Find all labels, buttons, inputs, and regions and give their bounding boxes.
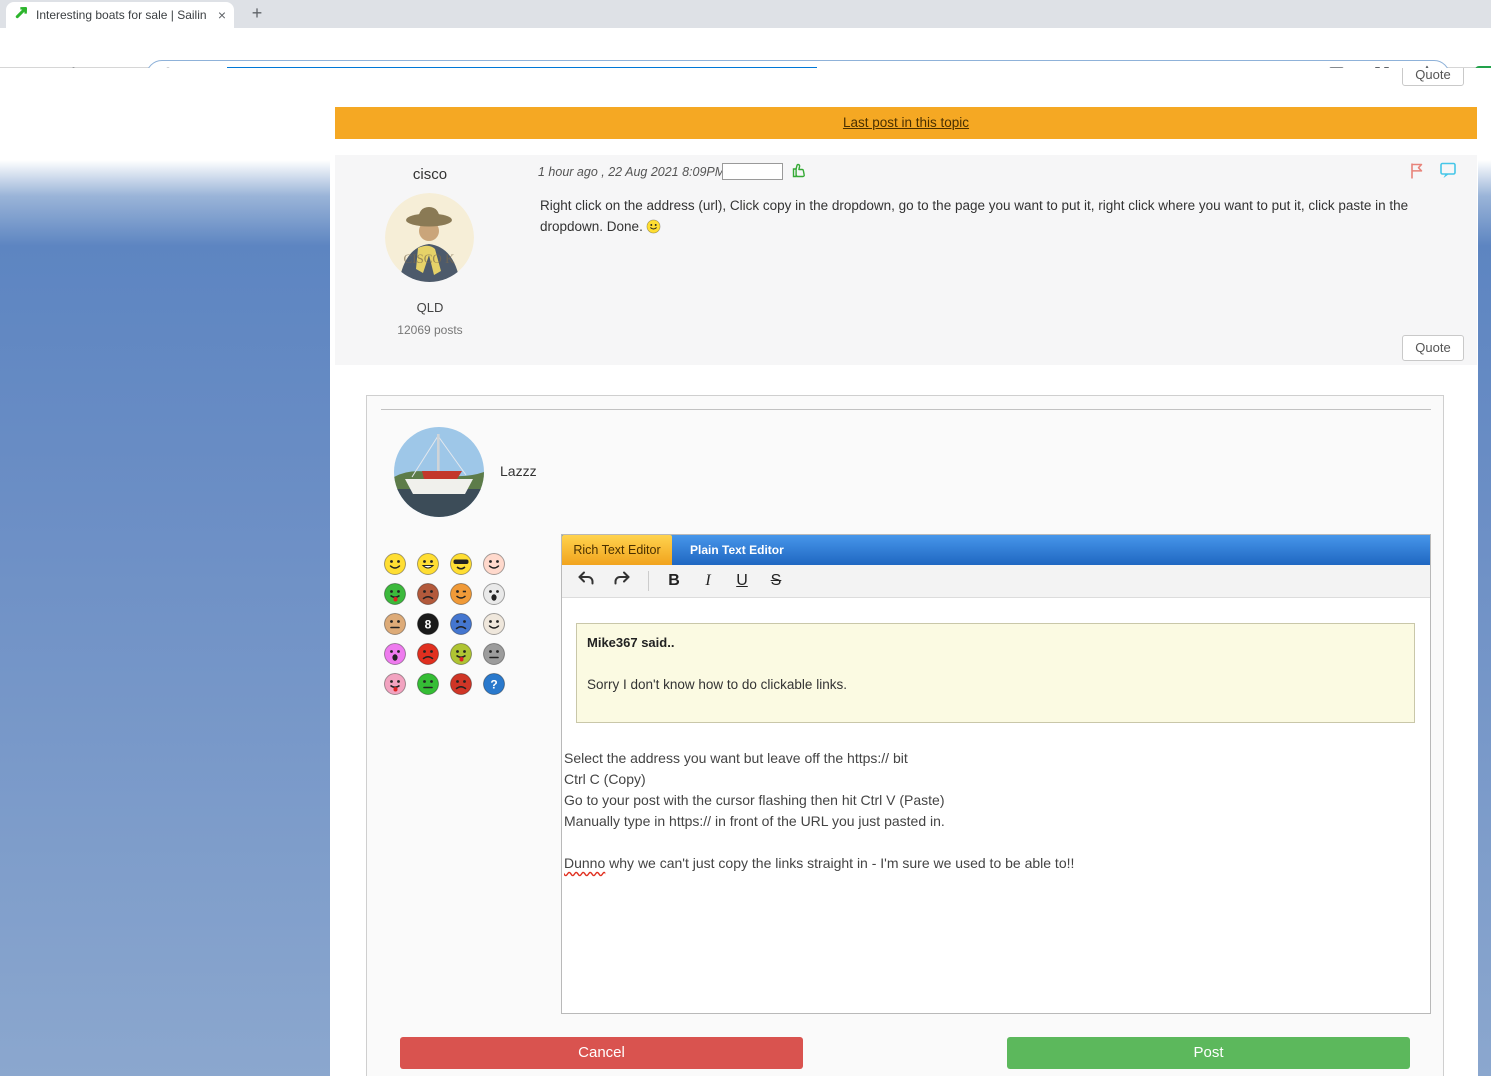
- post-author-post-count: 12069 posts: [335, 323, 525, 337]
- reply-panel: Lazzz 8? Rich Text Editor Plain Text Edi…: [366, 395, 1444, 1076]
- emoticon-angry[interactable]: [416, 642, 440, 666]
- emoticon-embarrassed[interactable]: [449, 672, 473, 696]
- site-favicon-arrow-icon: [14, 5, 29, 25]
- report-flag-icon[interactable]: [1408, 161, 1426, 186]
- tab-rich-text-editor[interactable]: Rich Text Editor: [562, 535, 672, 565]
- tab-plain-text-editor[interactable]: Plain Text Editor: [682, 535, 792, 565]
- last-post-banner: Last post in this topic: [335, 107, 1477, 139]
- italic-button[interactable]: I: [699, 572, 717, 590]
- previous-post-quote-button[interactable]: Quote: [1402, 68, 1464, 86]
- quoted-text: Sorry I don't know how to do clickable l…: [587, 677, 847, 692]
- like-count-box[interactable]: [722, 163, 783, 180]
- emoticon-unsure[interactable]: [383, 612, 407, 636]
- emoticon-smile[interactable]: [383, 552, 407, 576]
- emoticon-question[interactable]: ?: [482, 672, 506, 696]
- emoticon-cheeky[interactable]: [383, 672, 407, 696]
- new-tab-button[interactable]: +: [246, 3, 268, 25]
- tab-title: Interesting boats for sale | Sailin: [36, 8, 212, 22]
- tab-bar: Interesting boats for sale | Sailin × +: [0, 0, 1491, 28]
- emoticon-blush[interactable]: [482, 552, 506, 576]
- quoted-message-box: Mike367 said.. Sorry I don't know how to…: [576, 623, 1415, 723]
- emoticon-laugh[interactable]: [416, 552, 440, 576]
- cancel-button[interactable]: Cancel: [400, 1037, 803, 1069]
- emoticon-grim[interactable]: [482, 642, 506, 666]
- reply-text-line: Select the address you want but leave of…: [564, 748, 1426, 769]
- rich-text-editor: Rich Text Editor Plain Text Editor B I: [561, 534, 1431, 1014]
- emoticon-cool[interactable]: [449, 552, 473, 576]
- svg-text:8: 8: [425, 618, 432, 632]
- post-button[interactable]: Post: [1007, 1037, 1410, 1069]
- browser-tab[interactable]: Interesting boats for sale | Sailin ×: [6, 2, 234, 28]
- post-author-location: QLD: [335, 300, 525, 315]
- post-timestamp: 1 hour ago , 22 Aug 2021 8:09PM: [538, 165, 725, 179]
- emoticon-sick[interactable]: [449, 642, 473, 666]
- tab-close-icon[interactable]: ×: [218, 8, 226, 22]
- browser-window: Interesting boats for sale | Sailin × + …: [0, 0, 1491, 1076]
- redo-icon[interactable]: [612, 570, 632, 593]
- panel-divider: [381, 409, 1431, 410]
- last-post-link[interactable]: Last post in this topic: [843, 115, 969, 130]
- reply-text-line: Go to your post with the cursor flashing…: [564, 790, 1426, 811]
- toolbar-separator: [648, 571, 649, 591]
- svg-text:CISCO K: CISCO K: [404, 251, 456, 266]
- emoticon-innocent[interactable]: [482, 612, 506, 636]
- emoticon-grid: 8?: [383, 552, 506, 696]
- emoticon-green-tongue[interactable]: [383, 582, 407, 606]
- undo-icon[interactable]: [576, 570, 596, 593]
- smiley-emoticon: [646, 219, 661, 234]
- bold-button[interactable]: B: [665, 572, 683, 590]
- quoted-author: Mike367 said..: [587, 635, 674, 650]
- reply-blank-line: [564, 832, 1426, 853]
- emoticon-sad[interactable]: [449, 612, 473, 636]
- reply-lines: Select the address you want but leave of…: [564, 748, 1426, 832]
- reply-text-line: Dunno why we can't just copy the links s…: [564, 853, 1426, 874]
- strikethrough-button[interactable]: S: [767, 572, 785, 590]
- reply-author-name: Lazzz: [500, 463, 537, 479]
- emoticon-meh[interactable]: [416, 672, 440, 696]
- browser-toolbar: https:// www.seabreeze.com.au/forums/Sai…: [0, 28, 1491, 68]
- emoticon-shocked[interactable]: [383, 642, 407, 666]
- comment-bubble-icon[interactable]: [1438, 160, 1458, 185]
- svg-text:?: ?: [490, 678, 497, 692]
- emoticon-eight-ball[interactable]: 8: [416, 612, 440, 636]
- post-author-avatar[interactable]: CISCO K: [385, 193, 474, 282]
- reply-author-avatar[interactable]: [394, 427, 484, 517]
- misspelled-word: Dunno: [564, 855, 605, 871]
- page-viewport: Quote Last post in this topic cisco C: [0, 68, 1491, 1076]
- quote-button[interactable]: Quote: [1402, 335, 1464, 361]
- editor-tab-bar: Rich Text Editor Plain Text Editor: [562, 535, 1430, 565]
- post-author-name: cisco: [335, 166, 525, 183]
- thumbs-up-icon[interactable]: [790, 160, 810, 185]
- editor-toolbar: B I U S: [562, 565, 1430, 598]
- emoticon-wink[interactable]: [449, 582, 473, 606]
- emoticon-clown[interactable]: [482, 582, 506, 606]
- underline-button[interactable]: U: [733, 572, 751, 590]
- reply-text-line: Manually type in https:// in front of th…: [564, 811, 1426, 832]
- emoticon-devil[interactable]: [416, 582, 440, 606]
- forum-content: Quote Last post in this topic cisco C: [330, 68, 1478, 1076]
- editor-content-area[interactable]: Mike367 said.. Sorry I don't know how to…: [562, 598, 1430, 1012]
- forum-post: cisco CISCO K QLD 12069 posts 1 hour ago…: [335, 155, 1477, 365]
- reply-text: Select the address you want but leave of…: [564, 748, 1426, 874]
- reply-text-line: Ctrl C (Copy): [564, 769, 1426, 790]
- post-body-text: Right click on the address (url), Click …: [540, 195, 1445, 237]
